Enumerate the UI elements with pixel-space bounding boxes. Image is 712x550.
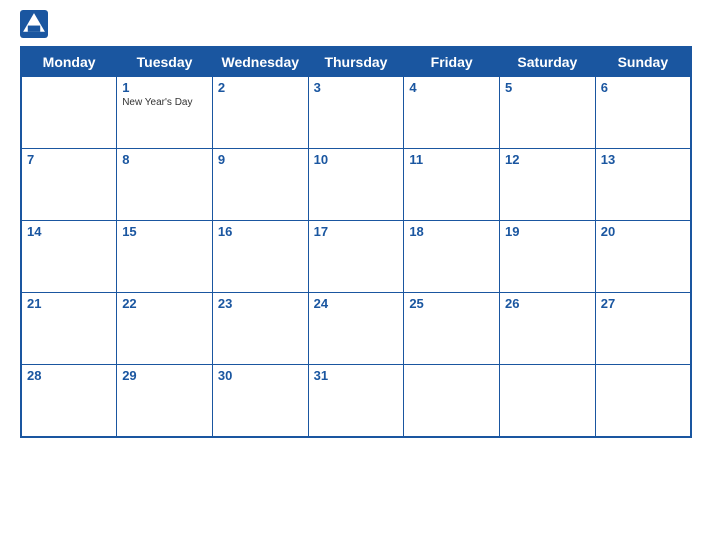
calendar-cell: 26 (500, 293, 596, 365)
calendar-cell: 20 (595, 221, 691, 293)
day-number: 21 (27, 296, 111, 311)
day-number: 18 (409, 224, 494, 239)
calendar-cell: 2 (212, 77, 308, 149)
day-header-saturday: Saturday (500, 47, 596, 77)
calendar-body: 1New Year's Day2345678910111213141516171… (21, 77, 691, 437)
calendar-cell: 1 New Year's Day (117, 77, 213, 149)
day-header-row: MondayTuesdayWednesdayThursdayFridaySatu… (21, 47, 691, 77)
calendar-week-row: 21 22 23 24 25 26 27 (21, 293, 691, 365)
calendar-cell: 19 (500, 221, 596, 293)
calendar-cell: 7 (21, 149, 117, 221)
calendar-cell: 31 (308, 365, 404, 437)
day-header-thursday: Thursday (308, 47, 404, 77)
day-number: 16 (218, 224, 303, 239)
day-number: 8 (122, 152, 207, 167)
day-number: 3 (314, 80, 399, 95)
calendar-cell (500, 365, 596, 437)
day-number: 17 (314, 224, 399, 239)
calendar-cell: 28 (21, 365, 117, 437)
day-event: New Year's Day (122, 97, 207, 108)
calendar-header: MondayTuesdayWednesdayThursdayFridaySatu… (21, 47, 691, 77)
calendar-cell: 23 (212, 293, 308, 365)
day-number: 4 (409, 80, 494, 95)
day-number: 20 (601, 224, 685, 239)
calendar-cell: 22 (117, 293, 213, 365)
day-number: 24 (314, 296, 399, 311)
day-header-sunday: Sunday (595, 47, 691, 77)
calendar-cell (21, 77, 117, 149)
calendar-cell: 10 (308, 149, 404, 221)
day-number: 10 (314, 152, 399, 167)
day-number: 23 (218, 296, 303, 311)
day-number: 26 (505, 296, 590, 311)
calendar-cell: 4 (404, 77, 500, 149)
calendar-cell: 17 (308, 221, 404, 293)
day-number: 15 (122, 224, 207, 239)
day-number: 25 (409, 296, 494, 311)
day-number: 27 (601, 296, 685, 311)
top-area (20, 10, 692, 40)
calendar-cell (595, 365, 691, 437)
day-number: 29 (122, 368, 207, 383)
day-header-monday: Monday (21, 47, 117, 77)
calendar-week-row: 1 New Year's Day 23456 (21, 77, 691, 149)
calendar-cell: 16 (212, 221, 308, 293)
day-number: 6 (601, 80, 685, 95)
generalblue-icon (20, 10, 48, 38)
day-header-wednesday: Wednesday (212, 47, 308, 77)
calendar-cell (404, 365, 500, 437)
day-number: 1 (122, 80, 207, 95)
calendar-cell: 24 (308, 293, 404, 365)
calendar-cell: 14 (21, 221, 117, 293)
day-number: 11 (409, 152, 494, 167)
calendar-week-row: 789 10 11 12 13 (21, 149, 691, 221)
calendar-cell: 8 (117, 149, 213, 221)
day-header-tuesday: Tuesday (117, 47, 213, 77)
calendar-cell: 15 (117, 221, 213, 293)
calendar-cell: 30 (212, 365, 308, 437)
day-number: 30 (218, 368, 303, 383)
calendar-cell: 13 (595, 149, 691, 221)
day-number: 7 (27, 152, 111, 167)
day-number: 2 (218, 80, 303, 95)
day-number: 19 (505, 224, 590, 239)
day-header-friday: Friday (404, 47, 500, 77)
calendar-cell: 6 (595, 77, 691, 149)
calendar-cell: 12 (500, 149, 596, 221)
day-number: 9 (218, 152, 303, 167)
day-number: 31 (314, 368, 399, 383)
calendar-table: MondayTuesdayWednesdayThursdayFridaySatu… (20, 46, 692, 438)
day-number: 12 (505, 152, 590, 167)
calendar-cell: 18 (404, 221, 500, 293)
logo (20, 10, 52, 38)
calendar-cell: 11 (404, 149, 500, 221)
calendar-cell: 29 (117, 365, 213, 437)
day-number: 28 (27, 368, 111, 383)
day-number: 13 (601, 152, 685, 167)
calendar-week-row: 14 15 16 17 18 19 20 (21, 221, 691, 293)
day-number: 22 (122, 296, 207, 311)
calendar-cell: 3 (308, 77, 404, 149)
calendar-cell: 21 (21, 293, 117, 365)
calendar-cell: 25 (404, 293, 500, 365)
calendar-week-row: 28 29 30 31 (21, 365, 691, 437)
calendar-cell: 5 (500, 77, 596, 149)
calendar-cell: 9 (212, 149, 308, 221)
day-number: 14 (27, 224, 111, 239)
day-number: 5 (505, 80, 590, 95)
calendar-cell: 27 (595, 293, 691, 365)
